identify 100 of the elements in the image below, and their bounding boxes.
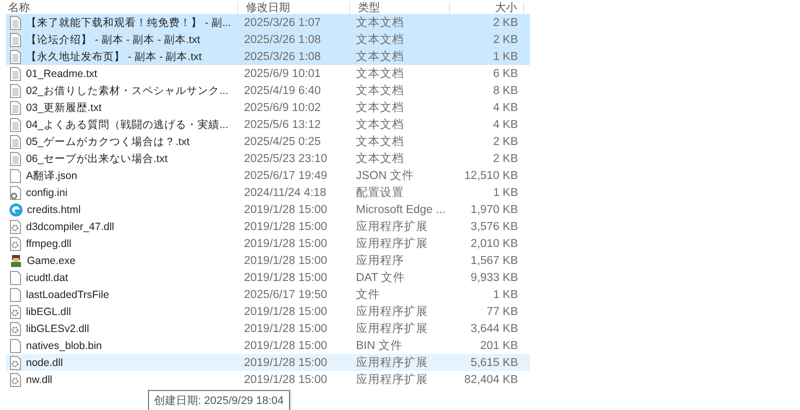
file-name: 【论坛介绍】 - 副本 - 副本 - 副本.txt [26, 32, 200, 46]
file-name: d3dcompiler_47.dll [26, 220, 114, 232]
file-row[interactable]: 04_よくある質問（戦闘の逃げる・実績... 2025/5/6 13:12 文本文档 4 KB [6, 116, 530, 133]
file-size: 1 KB [492, 50, 519, 62]
file-size: 2,010 KB [470, 238, 519, 250]
file-name: 01_Readme.txt [26, 68, 98, 80]
gear-file-icon [9, 356, 22, 370]
file-type: 应用程序扩展 [355, 236, 429, 251]
modified-date: 2025/5/6 13:12 [243, 118, 322, 130]
file-row[interactable]: 06_セーブが出来ない場合.txt 2025/5/23 23:10 文本文档 2 KB [6, 150, 530, 167]
modified-date: 2025/3/26 1:08 [243, 34, 322, 46]
file-name: 03_更新履歴.txt [26, 100, 102, 114]
file-type: 应用程序扩展 [355, 355, 429, 370]
file-row[interactable]: Game.exe 2019/1/28 15:00 应用程序 1,567 KB [6, 252, 530, 269]
file-row[interactable]: 【来了就能下载和观看！纯免费！】 - 副... 2025/3/26 1:07 文本文档 2 KB [6, 14, 530, 31]
file-row[interactable]: 01_Readme.txt 2025/6/9 10:01 文本文档 6 KB [6, 65, 530, 82]
character-icon [9, 254, 23, 268]
file-row[interactable]: lastLoadedTrsFile 2025/6/17 19:50 文件 1 KB [6, 286, 530, 303]
file-name: 06_セーブが出来ない場合.txt [26, 152, 168, 166]
file-row[interactable]: d3dcompiler_47.dll 2019/1/28 15:00 应用程序扩展 3,576 KB [6, 218, 530, 235]
modified-date: 2024/11/24 4:18 [243, 186, 328, 198]
modified-date: 2019/1/28 15:00 [243, 356, 328, 368]
file-type: 应用程序扩展 [355, 304, 429, 319]
modified-date: 2019/1/28 15:00 [243, 272, 328, 284]
file-type: JSON 文件 [355, 168, 415, 183]
modified-date: 2019/1/28 15:00 [243, 322, 328, 334]
file-size: 3,644 KB [470, 322, 519, 334]
file-type: BIN 文件 [355, 338, 404, 353]
text-file-icon [9, 100, 22, 114]
file-type: 应用程序扩展 [355, 321, 429, 336]
gear-file-icon [9, 322, 22, 336]
modified-date: 2019/1/28 15:00 [243, 204, 328, 216]
file-row[interactable]: 03_更新履歴.txt 2025/6/9 10:02 文本文档 4 KB [6, 99, 530, 116]
modified-date: 2025/4/25 0:25 [243, 136, 322, 148]
file-type: 文本文档 [355, 152, 405, 166]
browser-icon [9, 202, 23, 216]
file-type: 文本文档 [355, 100, 405, 115]
file-name: icudtl.dat [26, 272, 68, 284]
file-icon [9, 270, 22, 284]
file-type: 文本文档 [355, 118, 405, 132]
modified-date: 2019/1/28 15:00 [243, 220, 328, 232]
file-type: 文本文档 [355, 134, 405, 149]
modified-date: 2019/1/28 15:00 [243, 254, 328, 266]
file-size: 2 KB [492, 16, 519, 28]
file-size: 6 KB [492, 68, 519, 80]
file-size: 77 KB [486, 306, 519, 318]
file-row[interactable]: A翻译.json 2025/6/17 19:49 JSON 文件 12,510 KB [6, 167, 530, 184]
gear-file-icon [9, 304, 22, 318]
file-icon [9, 338, 22, 352]
file-row[interactable]: libEGL.dll 2019/1/28 15:00 应用程序扩展 77 KB [6, 303, 530, 320]
file-type: 应用程序扩展 [355, 219, 429, 234]
file-row[interactable]: credits.html 2019/1/28 15:00 Microsoft Edge ... 1,970 KB [6, 201, 530, 218]
gear-file-icon [9, 220, 22, 234]
text-file-icon [9, 16, 22, 30]
modified-date: 2025/6/9 10:01 [243, 68, 322, 80]
file-name: node.dll [26, 356, 63, 368]
file-row[interactable]: node.dll 2019/1/28 15:00 应用程序扩展 5,615 KB [6, 354, 530, 371]
text-file-icon [9, 152, 22, 166]
file-row[interactable]: 【永久地址发布页】 - 副本 - 副本.txt 2025/3/26 1:08 文本文档 1 KB [6, 48, 530, 65]
text-file-icon [9, 118, 22, 132]
file-row[interactable]: config.ini 2024/11/24 4:18 配置设置 1 KB [6, 184, 530, 201]
file-type: 文本文档 [355, 32, 405, 47]
file-name: natives_blob.bin [26, 340, 102, 352]
file-size: 1,567 KB [470, 254, 519, 266]
modified-date: 2025/6/9 10:02 [243, 102, 322, 114]
modified-date: 2025/6/17 19:50 [243, 288, 328, 300]
modified-date: 2019/1/28 15:00 [243, 238, 328, 250]
file-size: 2 KB [492, 136, 519, 148]
file-name: 02_お借りした素材・スペシャルサンク... [26, 84, 228, 98]
file-type: DAT 文件 [355, 270, 406, 285]
file-row[interactable]: 【论坛介绍】 - 副本 - 副本 - 副本.txt 2025/3/26 1:08 文本文档 2 KB [6, 31, 530, 48]
file-name: 【永久地址发布页】 - 副本 - 副本.txt [26, 50, 202, 64]
modified-date: 2025/6/17 19:49 [243, 170, 328, 182]
file-type: 文本文档 [355, 84, 405, 98]
file-type: 文本文档 [355, 50, 405, 64]
file-size: 8 KB [492, 84, 519, 96]
text-file-icon [9, 66, 22, 80]
modified-date: 2025/3/26 1:07 [243, 16, 322, 28]
file-type: 文本文档 [355, 16, 405, 30]
file-size: 4 KB [492, 118, 519, 130]
file-size: 1 KB [492, 186, 519, 198]
text-file-icon [9, 50, 22, 64]
modified-date: 2025/5/23 23:10 [243, 152, 328, 164]
text-file-icon [9, 32, 22, 46]
file-type: Microsoft Edge ... [355, 204, 446, 216]
file-name: nw.dll [26, 374, 52, 386]
file-row[interactable]: libGLESv2.dll 2019/1/28 15:00 应用程序扩展 3,644 KB [6, 320, 530, 337]
file-row[interactable]: 05_ゲームがカクつく場合は？.txt 2025/4/25 0:25 文本文档 2 KB [6, 133, 530, 150]
gear-file-icon [9, 236, 22, 250]
file-name: config.ini [26, 186, 68, 198]
file-row[interactable]: natives_blob.bin 2019/1/28 15:00 BIN 文件 201 KB [6, 337, 530, 354]
file-row[interactable]: 02_お借りした素材・スペシャルサンク... 2025/4/19 6:40 文本文档 8 KB [6, 82, 530, 99]
file-row[interactable]: icudtl.dat 2019/1/28 15:00 DAT 文件 9,933 KB [6, 269, 530, 286]
file-size: 3,576 KB [470, 220, 519, 232]
text-file-icon [9, 84, 22, 98]
file-row[interactable]: ffmpeg.dll 2019/1/28 15:00 应用程序扩展 2,010 KB [6, 235, 530, 252]
modified-date: 2025/4/19 6:40 [243, 84, 322, 96]
gear-file-icon [9, 372, 22, 386]
file-name: Game.exe [27, 254, 76, 266]
file-row[interactable]: nw.dll 2019/1/28 15:00 应用程序扩展 82,404 KB [6, 371, 530, 388]
